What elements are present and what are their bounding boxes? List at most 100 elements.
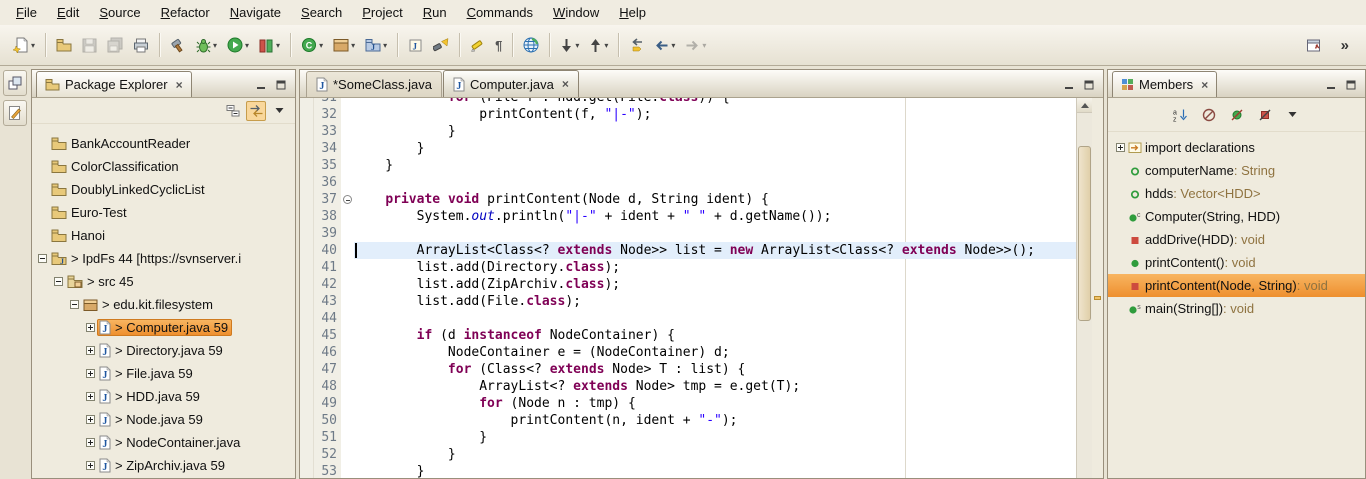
mark-occurrences-button[interactable] [466,31,489,59]
java-editor-fastview-button[interactable] [3,100,27,126]
tree-expander-icon[interactable] [36,254,49,263]
tree-item[interactable]: BankAccountReader [32,132,295,155]
code-line[interactable]: } [354,123,1076,140]
code-line[interactable]: for (File f : hdd.get(File.class)) { [354,98,1076,106]
code-line[interactable]: } [354,429,1076,446]
print-button[interactable] [129,31,153,59]
hide-fields-button[interactable] [1199,105,1219,125]
member-item[interactable]: addDrive(HDD) : void [1108,228,1365,251]
tree-item[interactable]: J> IpdFs 44 [https://svnserver.i [32,247,295,270]
tree-item[interactable]: Euro-Test [32,201,295,224]
next-annotation-button[interactable]: ▾ [556,31,583,59]
tree-expander-icon[interactable] [84,369,97,378]
dropdown-arrow-icon[interactable]: ▾ [245,41,249,50]
code-line[interactable]: list.add(File.class); [354,293,1076,310]
menu-file[interactable]: File [6,2,47,23]
new-java-project-button[interactable]: J▾ [361,31,391,59]
view-menu-button[interactable] [1283,105,1303,125]
member-item[interactable]: smain(String[]) : void [1108,297,1365,320]
minimize-view-icon[interactable] [1325,79,1337,91]
hide-non-public-button[interactable] [1255,105,1275,125]
code-line[interactable]: NodeContainer e = (NodeContainer) d; [354,344,1076,361]
members-tab[interactable]: Members × [1112,71,1217,97]
save-all-button[interactable] [103,31,127,59]
tree-item[interactable]: J> NodeContainer.java [32,431,295,454]
menu-run[interactable]: Run [413,2,457,23]
menu-source[interactable]: Source [89,2,150,23]
tree-item[interactable]: Hanoi [32,224,295,247]
code-line[interactable]: } [354,446,1076,463]
sort-button[interactable]: az [1171,105,1191,125]
code-line[interactable]: ArrayList<Class<? extends Node>> list = … [354,242,1076,259]
menu-help[interactable]: Help [609,2,656,23]
search-button[interactable] [429,31,453,59]
build-button[interactable] [166,31,190,59]
code-line[interactable]: } [354,157,1076,174]
open-file-button[interactable] [52,31,76,59]
link-with-editor-button[interactable] [246,101,266,121]
menu-edit[interactable]: Edit [47,2,89,23]
code-editor[interactable]: 3132333435363738394041424344454647484950… [300,98,1103,478]
scrollbar-thumb[interactable] [1078,146,1091,321]
restore-views-button[interactable] [3,70,27,96]
code-line[interactable]: System.out.println("|-" + ident + " " + … [354,208,1076,225]
tree-item[interactable]: > src 45 [32,270,295,293]
show-whitespace-button[interactable]: ¶ [491,31,506,59]
code-line[interactable]: printContent(f, "|-"); [354,106,1076,123]
tree-item[interactable]: DoublyLinkedCyclicList [32,178,295,201]
code-line[interactable]: if (d instanceof NodeContainer) { [354,327,1076,344]
menu-refactor[interactable]: Refactor [151,2,220,23]
tree-expander-icon[interactable] [84,415,97,424]
tree-item[interactable]: J> Directory.java 59 [32,339,295,362]
minimize-editor-icon[interactable] [1063,79,1075,91]
code-line[interactable]: list.add(Directory.class); [354,259,1076,276]
tree-expander-icon[interactable] [52,277,65,286]
menu-navigate[interactable]: Navigate [220,2,291,23]
dropdown-arrow-icon[interactable]: ▾ [702,41,706,50]
coverage-button[interactable]: ▾ [255,31,284,59]
debug-button[interactable]: ▾ [192,31,221,59]
dropdown-arrow-icon[interactable]: ▾ [319,41,323,50]
code-line[interactable] [354,174,1076,191]
close-view-icon[interactable]: × [176,78,183,92]
code-line[interactable]: } [354,463,1076,478]
close-view-icon[interactable]: × [1201,78,1208,92]
hide-static-button[interactable] [1227,105,1247,125]
pin-editor-button[interactable] [1302,31,1325,59]
minimize-view-icon[interactable] [255,79,267,91]
code-line[interactable]: ArrayList<? extends Node> tmp = e.get(T)… [354,378,1076,395]
editor-tab[interactable]: JComputer.java× [443,70,579,97]
tree-expander-icon[interactable] [84,323,97,332]
code-line[interactable]: printContent(n, ident + "-"); [354,412,1076,429]
code-area[interactable]: for (File f : hdd.get(File.class)) { pri… [354,98,1076,478]
code-line[interactable]: } [354,140,1076,157]
menu-commands[interactable]: Commands [457,2,543,23]
dropdown-arrow-icon[interactable]: ▾ [276,41,280,50]
code-line[interactable]: list.add(ZipArchiv.class); [354,276,1076,293]
maximize-view-icon[interactable] [1345,79,1357,91]
close-tab-icon[interactable]: × [562,77,569,91]
maximize-view-icon[interactable] [275,79,287,91]
member-item[interactable]: printContent(Node, String) : void [1108,274,1365,297]
dropdown-arrow-icon[interactable]: ▾ [31,41,35,50]
menu-project[interactable]: Project [352,2,412,23]
code-line[interactable] [354,310,1076,327]
new-java-package-button[interactable]: ▾ [329,31,359,59]
collapse-fold-icon[interactable] [343,195,352,204]
code-line[interactable]: for (Class<? extends Node> T : list) { [354,361,1076,378]
code-line[interactable] [354,225,1076,242]
editor-tab[interactable]: J*SomeClass.java [306,71,442,97]
toolbar-overflow-button[interactable]: » [1333,31,1357,59]
back-button[interactable]: ▾ [650,31,679,59]
view-menu-button[interactable] [269,101,289,121]
collapse-all-button[interactable] [223,101,243,121]
scrollbar-up-icon[interactable] [1077,98,1092,113]
tree-expander-icon[interactable] [84,346,97,355]
tree-expander-icon[interactable] [84,461,97,470]
tree-item[interactable]: ColorClassification [32,155,295,178]
dropdown-arrow-icon[interactable]: ▾ [351,41,355,50]
annotation-ruler[interactable] [300,98,314,478]
save-button[interactable] [78,31,101,59]
member-item[interactable]: cComputer(String, HDD) [1108,205,1365,228]
menu-search[interactable]: Search [291,2,352,23]
